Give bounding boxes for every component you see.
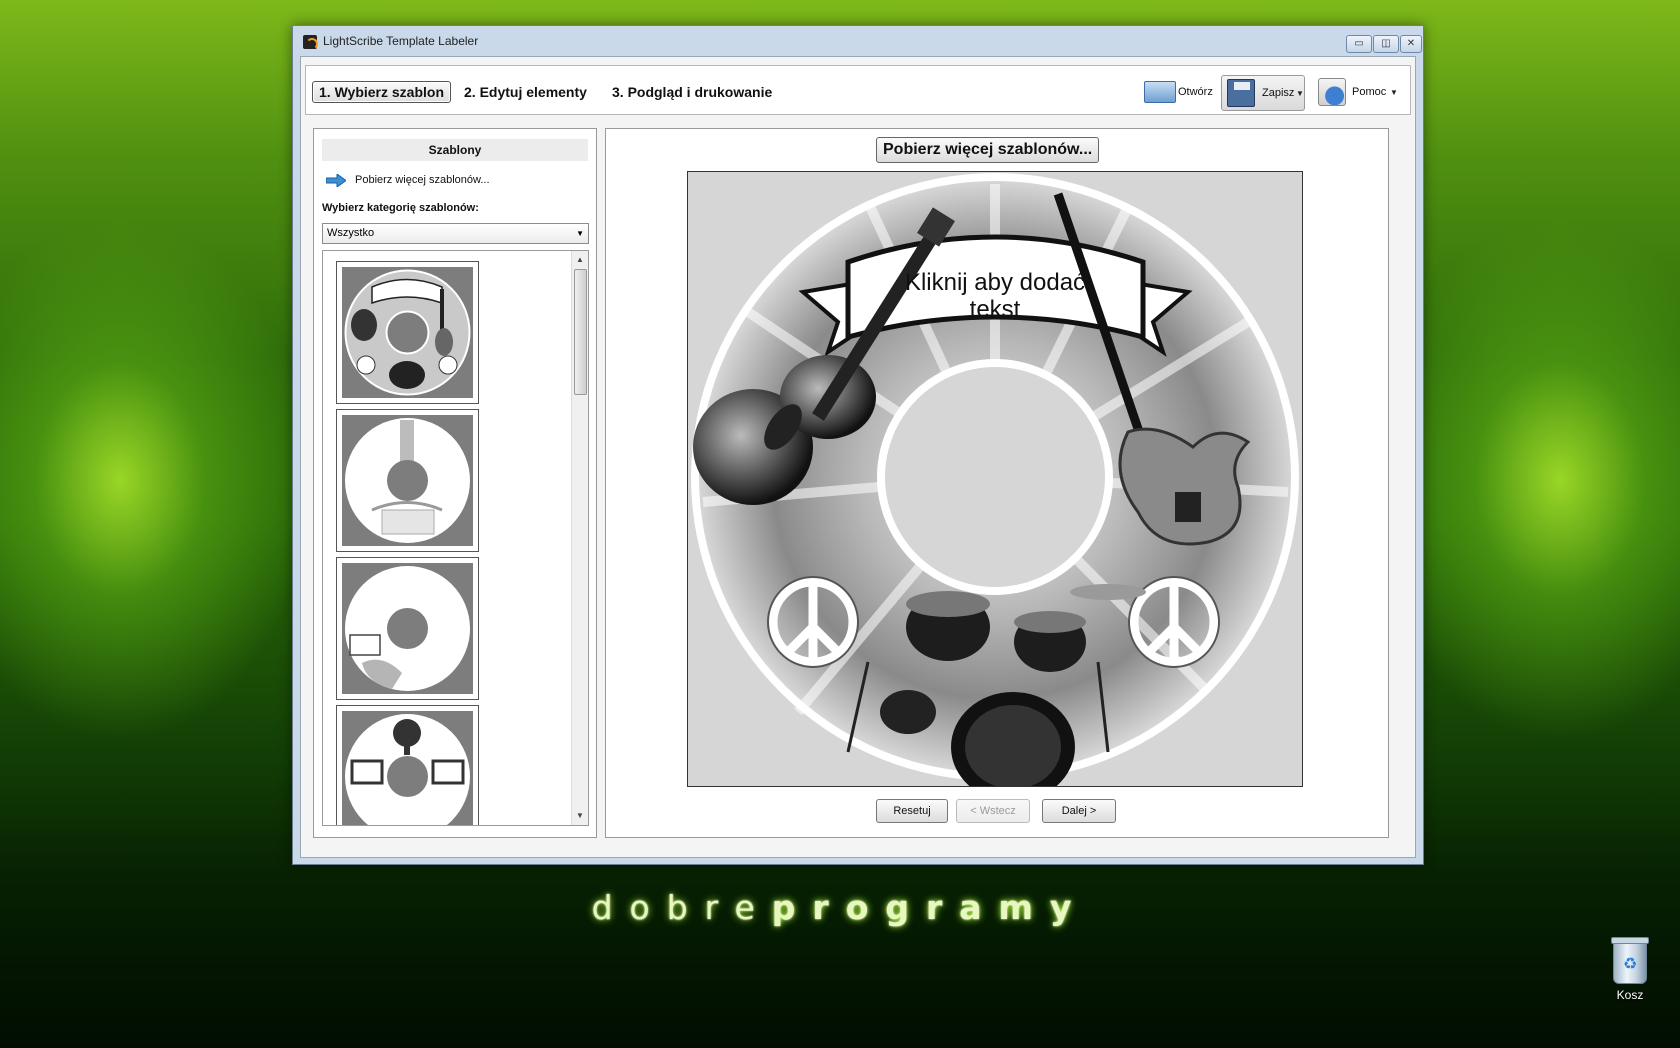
template-list[interactable]: ▲ ▼: [322, 250, 589, 826]
more-templates-link-text: Pobierz więcej szablonów...: [355, 174, 490, 186]
scroll-down-arrow-icon[interactable]: ▼: [572, 809, 588, 823]
maximize-button[interactable]: ◫: [1373, 35, 1399, 53]
help-icon: [1318, 78, 1346, 106]
disc-preview[interactable]: Kliknij aby dodać tekst: [687, 171, 1303, 787]
desktop-brand-logo: dobreprogramy: [0, 888, 1680, 927]
next-button[interactable]: Dalej >: [1042, 799, 1116, 823]
disc-text-placeholder-line1: Kliknij aby dodać: [905, 269, 1085, 296]
close-button[interactable]: ✕: [1400, 35, 1422, 53]
recycle-bin-label: Kosz: [1616, 988, 1644, 1002]
template-thumbnail-frame[interactable]: [336, 705, 479, 825]
help-dropdown-arrow-icon[interactable]: ▼: [1390, 88, 1398, 97]
disc-text-placeholder-line2: tekst: [970, 296, 1021, 323]
app-window: LightScribe Template Labeler ▭ ◫ ✕ 1. Wy…: [292, 25, 1424, 865]
disc-label-artwork: Kliknij aby dodać tekst: [691, 173, 1299, 786]
step-choose-template[interactable]: 1. Wybierz szablon: [312, 81, 451, 103]
arrow-right-icon: [326, 174, 346, 187]
more-templates-button[interactable]: Pobierz więcej szablonów...: [876, 137, 1100, 163]
template-list-scrollbar[interactable]: ▲ ▼: [571, 251, 588, 825]
app-icon: [303, 35, 318, 50]
category-select-value: Wszystko: [327, 227, 375, 239]
brand-light-text: dobre: [591, 888, 772, 927]
title-bar[interactable]: LightScribe Template Labeler ▭ ◫ ✕: [293, 26, 1423, 56]
template-thumbnail-photo[interactable]: [336, 557, 479, 700]
category-select[interactable]: Wszystko ▼: [322, 223, 589, 244]
minimize-button[interactable]: ▭: [1346, 35, 1372, 53]
window-client-area: 1. Wybierz szablon 2. Edytuj elementy 3.…: [300, 56, 1416, 858]
window-title: LightScribe Template Labeler: [323, 34, 479, 48]
open-button-label: Otwórz: [1178, 86, 1213, 98]
back-button[interactable]: < Wstecz: [956, 799, 1030, 823]
wizard-toolbar: 1. Wybierz szablon 2. Edytuj elementy 3.…: [305, 65, 1411, 115]
help-button-label: Pomoc: [1352, 86, 1387, 98]
recycle-bin-icon: ♻: [1611, 937, 1649, 984]
chevron-down-icon: ▼: [576, 229, 584, 238]
template-thumbnail-tree[interactable]: [336, 409, 479, 552]
scrollbar-thumb[interactable]: [574, 269, 587, 395]
save-dropdown-arrow-icon[interactable]: ▼: [1296, 89, 1304, 98]
templates-panel-header: Szablony: [322, 139, 588, 161]
template-thumbnail-rock[interactable]: [336, 261, 479, 404]
scroll-up-arrow-icon[interactable]: ▲: [572, 253, 588, 267]
preview-panel: Pobierz więcej szablonów... Kliknij aby …: [605, 128, 1389, 838]
help-button[interactable]: Pomoc ▼: [1316, 75, 1400, 109]
category-label: Wybierz kategorię szablonów:: [322, 202, 479, 214]
save-button-label: Zapisz: [1262, 87, 1295, 99]
save-button[interactable]: Zapisz ▼: [1221, 75, 1305, 111]
floppy-disk-icon: [1227, 79, 1255, 107]
reset-button[interactable]: Resetuj: [876, 799, 948, 823]
recycle-bin-shortcut[interactable]: ♻ Kosz: [1600, 937, 1660, 1002]
open-button[interactable]: Otwórz: [1140, 75, 1214, 109]
folder-icon: [1144, 81, 1176, 103]
brand-bold-text: programy: [771, 888, 1089, 927]
step-preview-print[interactable]: 3. Podgląd i drukowanie: [606, 82, 778, 102]
step-edit-elements[interactable]: 2. Edytuj elementy: [458, 82, 593, 102]
rock-template-preview: [342, 267, 473, 398]
templates-panel: Szablony Pobierz więcej szablonów... Wyb…: [313, 128, 597, 838]
